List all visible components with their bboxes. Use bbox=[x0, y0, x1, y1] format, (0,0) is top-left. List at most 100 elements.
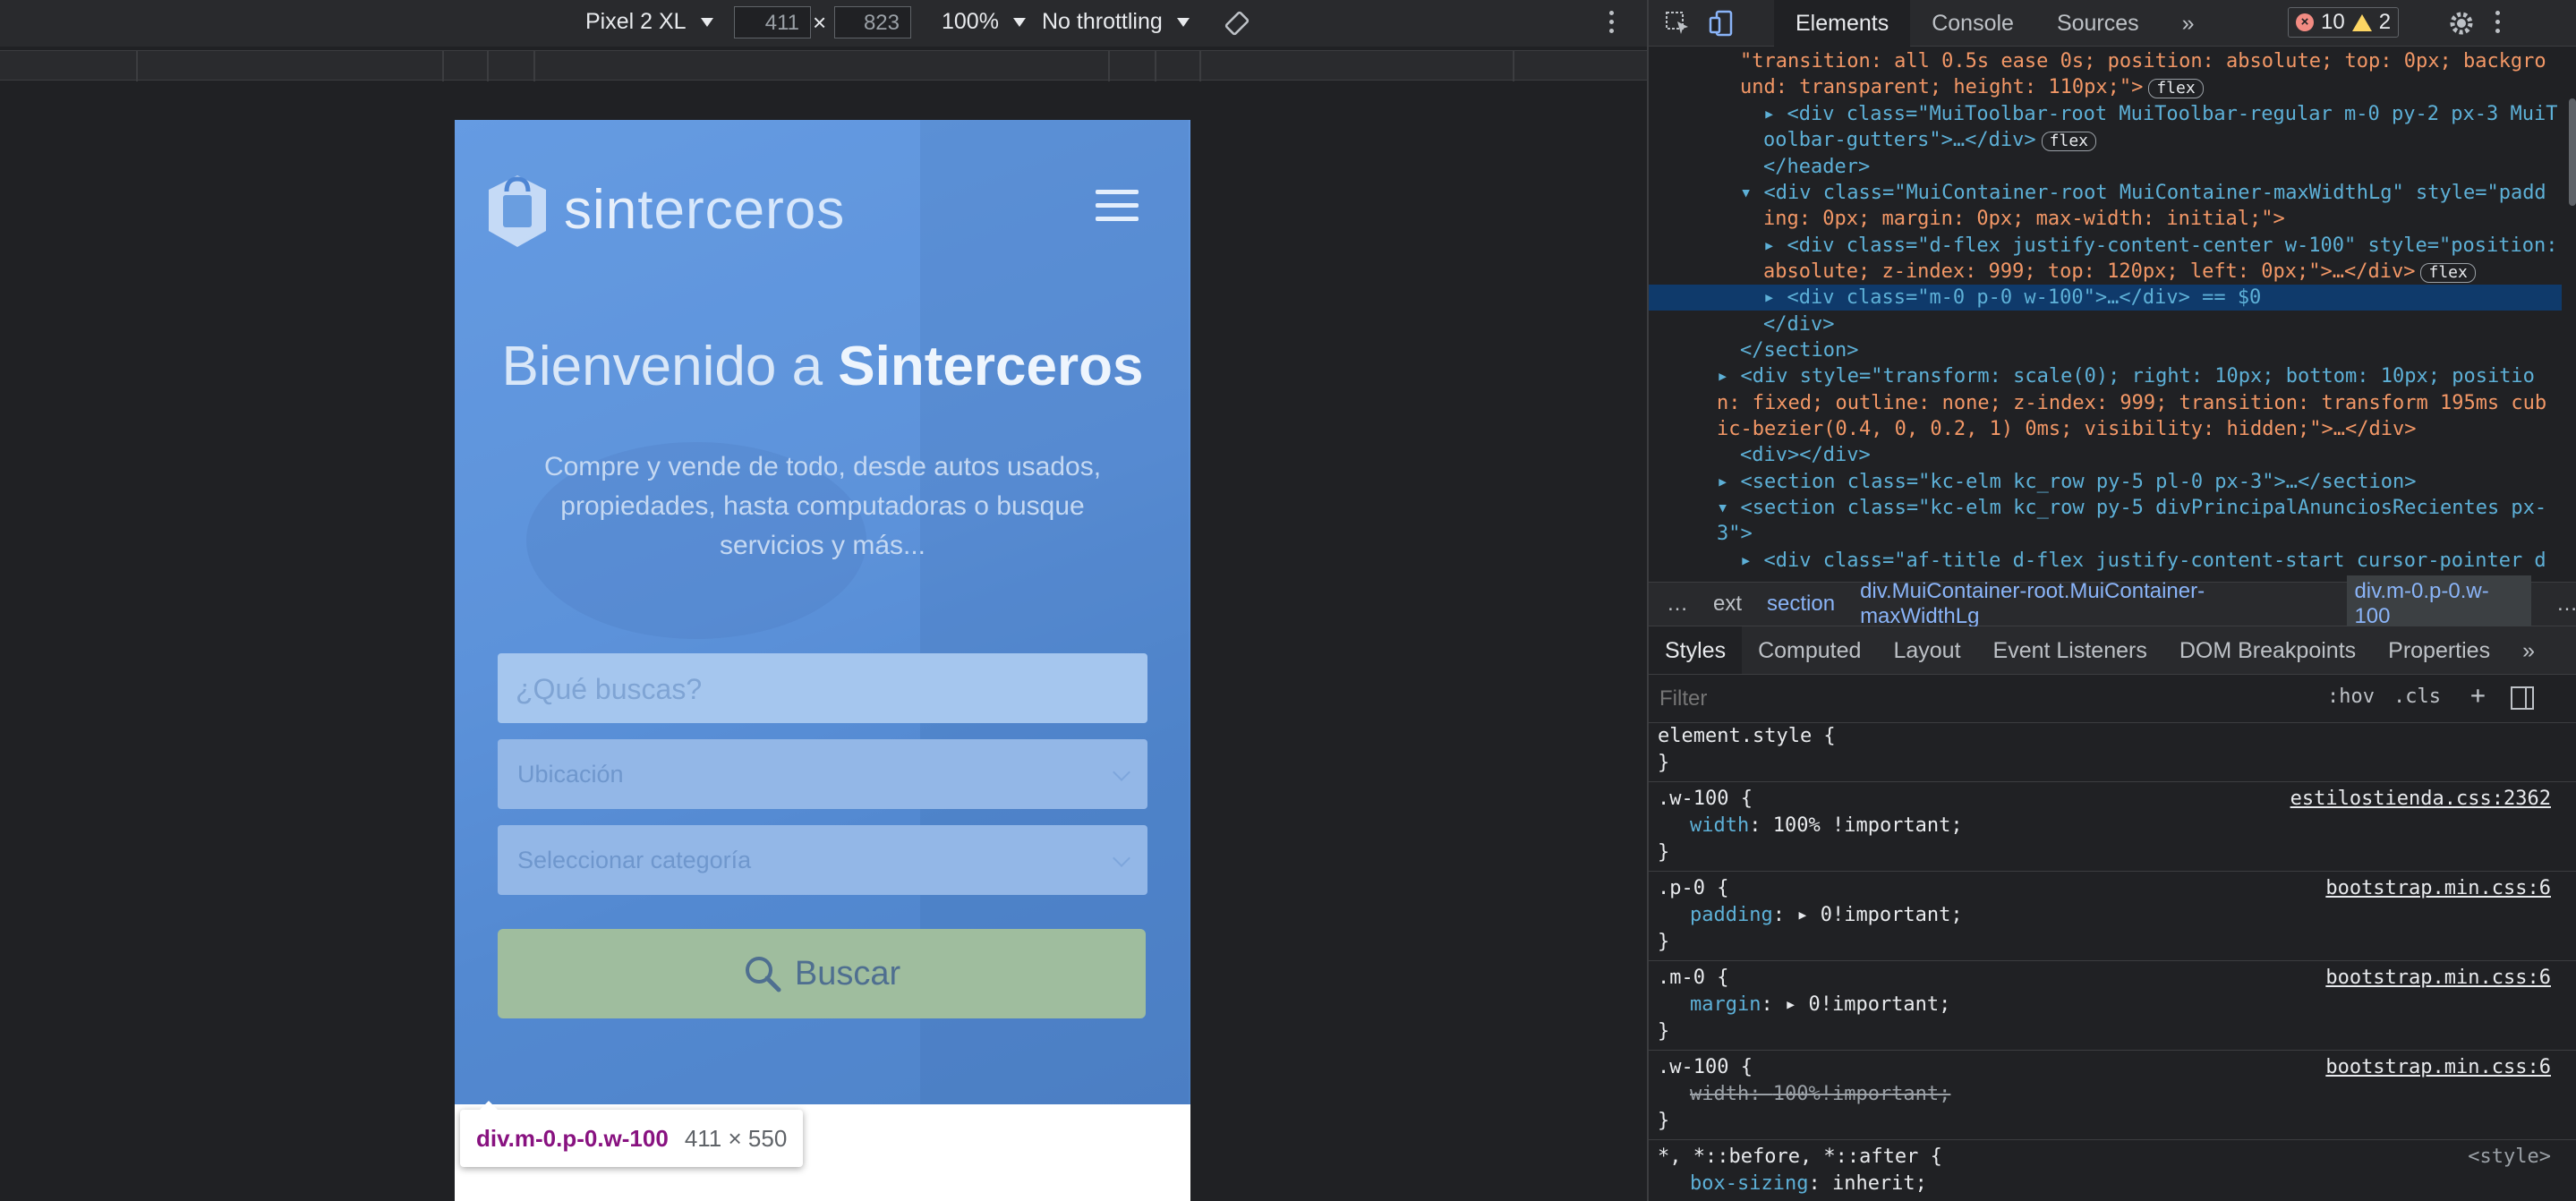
dom-line[interactable]: ing: 0px; margin: 0px; max-width: initia… bbox=[1763, 206, 2285, 232]
category-select[interactable]: Seleccionar categoría bbox=[498, 825, 1147, 895]
chevron-down-icon bbox=[1176, 17, 1190, 27]
dom-line[interactable]: oolbar-gutters">…</div> flex bbox=[1763, 127, 2096, 153]
style-rule[interactable]: .p-0 { bootstrap.min.css:6 padding: ▸ 0!… bbox=[1649, 875, 2576, 961]
throttling-select[interactable]: No throttling bbox=[1042, 9, 1190, 35]
device-toolbar: Pixel 2 XL 411 × 823 100% No throttling bbox=[0, 0, 1647, 47]
device-name: Pixel 2 XL bbox=[585, 9, 687, 34]
dom-line[interactable]: ▸ <div style="transform: scale(0); right… bbox=[1717, 363, 2535, 389]
dom-line[interactable]: ▾ <section class="kc-elm kc_row py-5 div… bbox=[1717, 495, 2546, 521]
inspect-element-icon[interactable] bbox=[1663, 9, 1692, 38]
dom-line[interactable]: ▸ <div class="d-flex justify-content-cen… bbox=[1763, 233, 2557, 259]
chevron-down-icon bbox=[1012, 17, 1026, 27]
breadcrumb: … ext section div.MuiContainer-root.MuiC… bbox=[1649, 575, 2576, 633]
search-input[interactable]: ¿Qué buscas? bbox=[498, 653, 1147, 723]
device-select[interactable]: Pixel 2 XL bbox=[585, 9, 713, 35]
breadcrumb-item[interactable]: … bbox=[1667, 592, 1688, 617]
dom-line[interactable]: "transition: all 0.5s ease 0s; position:… bbox=[1740, 48, 2546, 74]
cls-toggle[interactable]: .cls bbox=[2393, 686, 2441, 708]
error-count: 10 bbox=[2321, 10, 2345, 34]
rule-selector: *, *::before, *::after { bbox=[1658, 1146, 1942, 1168]
style-rule[interactable]: .m-0 { bootstrap.min.css:6 margin: ▸ 0!i… bbox=[1649, 965, 2576, 1051]
more-subtabs-icon[interactable]: » bbox=[2506, 626, 2551, 674]
media-query-ruler[interactable] bbox=[0, 50, 1647, 81]
location-select[interactable]: Ubicación bbox=[498, 739, 1147, 809]
sidebar-toggle-icon[interactable] bbox=[2510, 686, 2535, 711]
search-icon bbox=[745, 957, 781, 992]
breadcrumb-item[interactable]: section bbox=[1767, 592, 1835, 617]
style-rule[interactable]: .w-100 { bootstrap.min.css:6 width: 100%… bbox=[1649, 1054, 2576, 1140]
tooltip-selector: div.m-0.p-0.w-100 bbox=[476, 1124, 669, 1152]
devtools-menu-icon[interactable] bbox=[2495, 11, 2501, 38]
tab-properties[interactable]: Properties bbox=[2372, 626, 2506, 674]
tab-elements[interactable]: Elements bbox=[1774, 0, 1911, 47]
tab-computed[interactable]: Computed bbox=[1742, 626, 1877, 674]
gear-icon[interactable] bbox=[2445, 7, 2478, 39]
rule-source-link[interactable]: bootstrap.min.css:6 bbox=[2325, 965, 2551, 992]
dom-line[interactable]: </div> bbox=[1763, 311, 1834, 337]
width-input[interactable]: 411 bbox=[734, 6, 811, 38]
tab-console[interactable]: Console bbox=[1910, 0, 2035, 47]
dom-line[interactable]: <div></div> bbox=[1740, 442, 1871, 468]
more-options-icon[interactable] bbox=[1609, 11, 1615, 38]
dom-line[interactable]: ▸ <div class="af-title d-flex justify-co… bbox=[1740, 548, 2546, 574]
dom-line[interactable]: ▾ <div class="MuiContainer-root MuiConta… bbox=[1740, 180, 2546, 206]
breadcrumb-item-active[interactable]: div.m-0.p-0.w-100 bbox=[2347, 575, 2531, 633]
style-rule[interactable]: .w-100 { estilostienda.css:2362 width: 1… bbox=[1649, 786, 2576, 872]
dom-line[interactable]: 3"> bbox=[1717, 521, 1753, 547]
hamburger-menu-icon[interactable] bbox=[1096, 190, 1139, 230]
search-button-label: Buscar bbox=[794, 954, 901, 992]
hero-subtitle: Compre y vende de todo, desde autos usad… bbox=[543, 452, 1102, 560]
zoom-select[interactable]: 100% bbox=[942, 9, 1026, 35]
chevron-down-icon bbox=[1113, 763, 1130, 781]
dom-line[interactable]: </header> bbox=[1763, 154, 1870, 180]
dom-line-selected[interactable]: ▸ <div class="m-0 p-0 w-100">…</div> == … bbox=[1649, 285, 2562, 311]
tab-layout[interactable]: Layout bbox=[1877, 626, 1976, 674]
tab-dom-breakpoints[interactable]: DOM Breakpoints bbox=[2163, 626, 2372, 674]
site-logo[interactable]: sinterceros bbox=[483, 168, 845, 251]
style-rule[interactable]: *, *::before, *::after { <style> box-siz… bbox=[1649, 1144, 2576, 1201]
welcome-light: Bienvenido a bbox=[501, 336, 823, 397]
style-rule[interactable]: element.style { } bbox=[1649, 723, 2576, 782]
elements-tree: "transition: all 0.5s ease 0s; position:… bbox=[1649, 47, 2576, 583]
dom-line[interactable]: </section> bbox=[1740, 337, 1858, 363]
dom-line[interactable]: ▸ <section class="kc-elm kc_row py-5 pl-… bbox=[1717, 469, 2416, 495]
chevron-down-icon bbox=[700, 17, 713, 27]
logo-prefix: sin bbox=[564, 178, 638, 241]
breadcrumb-item[interactable]: ext bbox=[1713, 592, 1742, 617]
breadcrumb-item[interactable]: div.MuiContainer-root.MuiContainer-maxWi… bbox=[1860, 579, 2322, 629]
rule-source-label: <style> bbox=[2468, 1146, 2551, 1168]
dom-line[interactable]: ▸ <div class="MuiToolbar-root MuiToolbar… bbox=[1763, 101, 2557, 127]
search-button[interactable]: Buscar bbox=[498, 929, 1146, 1018]
hov-toggle[interactable]: :hov bbox=[2327, 686, 2375, 708]
dom-line[interactable]: und: transparent; height: 110px;"> flex bbox=[1740, 74, 2204, 100]
category-placeholder: Seleccionar categoría bbox=[517, 847, 752, 873]
filter-input[interactable] bbox=[1654, 682, 2313, 716]
devtools-toolbar: Elements Console Sources » × 10 2 bbox=[1649, 0, 2576, 47]
error-icon: × bbox=[2296, 13, 2314, 31]
breadcrumb-item[interactable]: … bbox=[2556, 592, 2576, 617]
dom-line[interactable]: ic-bezier(0.4, 0, 0.2, 1) 0ms; visibilit… bbox=[1717, 416, 2416, 442]
dom-line[interactable]: n: fixed; outline: none; z-index: 999; t… bbox=[1717, 390, 2546, 416]
tab-styles[interactable]: Styles bbox=[1649, 626, 1743, 674]
tab-event-listeners[interactable]: Event Listeners bbox=[1977, 626, 2163, 674]
elements-scrollbar[interactable] bbox=[2569, 98, 2576, 206]
browser-devtools-window: Pixel 2 XL 411 × 823 100% No throttling bbox=[0, 0, 2576, 1201]
warning-icon bbox=[2351, 13, 2372, 31]
zoom-value: 100% bbox=[942, 9, 999, 34]
throttling-value: No throttling bbox=[1042, 9, 1163, 34]
device-emulation-pane: Pixel 2 XL 411 × 823 100% No throttling bbox=[0, 0, 1647, 1201]
issues-counter[interactable]: × 10 2 bbox=[2288, 7, 2400, 38]
dom-line[interactable]: absolute; z-index: 999; top: 120px; left… bbox=[1763, 259, 2476, 285]
device-toggle-icon[interactable] bbox=[1708, 9, 1736, 38]
height-input[interactable]: 823 bbox=[834, 6, 911, 38]
styles-subtabs: Styles Computed Layout Event Listeners D… bbox=[1649, 626, 2576, 675]
rule-source-link[interactable]: estilostienda.css:2362 bbox=[2290, 786, 2551, 813]
tab-sources[interactable]: Sources bbox=[2035, 0, 2161, 47]
more-tabs-icon[interactable]: » bbox=[2161, 0, 2216, 47]
rule-source-link[interactable]: bootstrap.min.css:6 bbox=[2325, 875, 2551, 902]
logo-text: sinterceros bbox=[564, 178, 845, 242]
rule-source-link[interactable]: bootstrap.min.css:6 bbox=[2325, 1054, 2551, 1081]
rotate-icon[interactable] bbox=[1223, 9, 1251, 38]
plus-icon[interactable]: + bbox=[2470, 680, 2486, 710]
rule-selector: element.style { bbox=[1658, 725, 1836, 747]
